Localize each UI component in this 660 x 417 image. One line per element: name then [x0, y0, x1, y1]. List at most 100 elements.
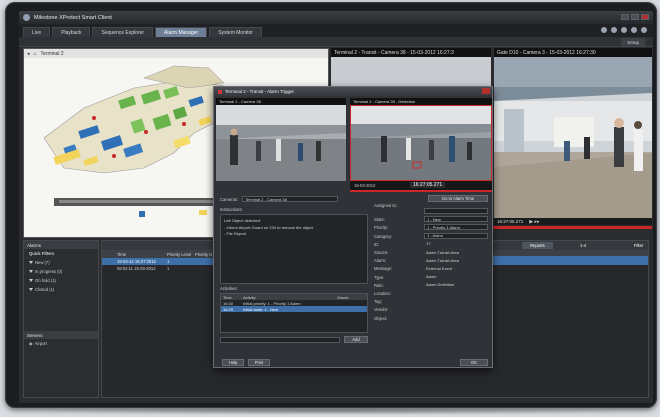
activities-table: Time Activity Owner 16:30 Initial priori…	[220, 293, 368, 333]
alarm-filters-panel: Alarms Quick Filters New (7) In progress…	[23, 240, 99, 398]
filter-icon	[29, 261, 33, 264]
quick-filters-label: Quick Filters	[29, 251, 55, 256]
detail-value: External Event	[426, 265, 453, 271]
detail-label: State:	[374, 217, 385, 223]
close-button[interactable]	[641, 14, 649, 20]
arrow-icon[interactable]	[601, 27, 607, 33]
instruction-line: - File Report	[224, 231, 247, 236]
detail-value: Alarm Transit Area	[426, 249, 459, 255]
dialog-camera-a-header: Terminal 2 - Camera 38	[216, 98, 346, 105]
detail-value[interactable]	[424, 208, 488, 214]
filter-icon	[29, 279, 33, 282]
dialog-camera-b-header: Terminal 2 - Camera 39 - Detection	[350, 98, 492, 105]
go-to-alarm-time-button[interactable]: Go to Alarm Time	[428, 195, 488, 202]
cameras-label: Cameras:	[220, 197, 239, 202]
filter-on-hold[interactable]: On hold (1)	[24, 276, 98, 285]
detail-label: Tag:	[374, 299, 382, 305]
detail-value[interactable]: 1 - New	[424, 216, 488, 223]
monitor-shadow	[20, 407, 640, 415]
dialog-title: Terminal 2 - Transit - Alarm Trigger	[225, 89, 295, 94]
dialog-title-bar: Terminal 2 - Transit - Alarm Trigger	[214, 87, 492, 96]
server-icon: ◉	[29, 341, 33, 346]
detail-label: Alarm:	[374, 258, 387, 264]
tab-alarm-manager[interactable]: Alarm Manager	[155, 27, 208, 37]
tab-sequence-explorer[interactable]: Sequence Explorer	[92, 27, 154, 37]
detail-label: Vendor:	[374, 307, 389, 313]
activity-row[interactable]: 16:29 Initial state: 1 - New	[221, 306, 367, 312]
info-icon[interactable]	[631, 27, 637, 33]
filter-in-progress[interactable]: In progress (0)	[24, 267, 98, 276]
alarm-row-level: 1	[167, 259, 170, 264]
detail-value: 17	[426, 241, 431, 247]
alarm-dialog: Terminal 2 - Transit - Alarm Trigger Ter…	[213, 86, 493, 368]
power-icon[interactable]	[641, 27, 647, 33]
dialog-time-a: 15-03-2012	[354, 183, 376, 188]
camera-2-view[interactable]	[494, 57, 652, 219]
activity-input[interactable]	[220, 337, 340, 343]
detail-label: Type:	[374, 274, 385, 280]
alarms-panel-title: Alarms	[24, 241, 98, 249]
help-icon[interactable]	[611, 27, 617, 33]
dialog-time-b: 16:27:05.271	[410, 182, 446, 188]
dialog-playback-bar[interactable]: 15-03-2012 16:27:05.271	[350, 181, 492, 190]
play-icon[interactable]: ▶ ▸▸	[529, 219, 539, 225]
title-bar: Milestone XProtect Smart Client	[19, 11, 653, 24]
gear-icon[interactable]	[621, 27, 627, 33]
detail-label: Rule:	[374, 282, 384, 288]
camera-1-title: Terminal 2 - Transit - Camera 38 - 15-03…	[334, 49, 454, 56]
alarm-icon	[218, 89, 222, 94]
detail-label: Category:	[374, 233, 393, 239]
detail-label: Location:	[374, 291, 391, 296]
tab-system-monitor[interactable]: System Monitor	[209, 27, 262, 37]
ok-button[interactable]: OK	[460, 359, 488, 366]
playback-bar[interactable]: 16:27:05.271 ▶ ▸▸	[494, 218, 652, 225]
maximize-button[interactable]	[631, 14, 639, 20]
tab-live[interactable]: Live	[23, 27, 51, 37]
activity-text: Initial state: 1 - New	[243, 307, 279, 312]
sub-toolbar: Setup	[19, 37, 653, 47]
reports-button[interactable]: Reports	[522, 242, 553, 249]
camera-select[interactable]: Terminal 2 - Camera 38	[242, 196, 338, 202]
detail-label: Priority:	[374, 225, 389, 231]
alarm-row-level: 1	[167, 266, 170, 271]
dialog-camera-b-title: Terminal 2 - Camera 39 - Detection	[353, 99, 416, 104]
instructions-label: Instructions:	[220, 207, 243, 212]
dialog-camera-b-view[interactable]	[350, 105, 492, 181]
detail-value	[424, 315, 488, 321]
minimize-button[interactable]	[621, 14, 629, 20]
dialog-close-button[interactable]	[482, 88, 490, 94]
server-item[interactable]: ◉ Airport	[24, 339, 98, 348]
col-time[interactable]: Time	[114, 252, 164, 257]
instruction-line: - Inform Airport Guard on 234 to remove …	[224, 225, 314, 230]
filter-icon	[29, 270, 33, 273]
tab-playback[interactable]: Playback	[52, 27, 91, 37]
filter-new-label: New (7)	[35, 260, 50, 265]
main-tabs: Live Playback Sequence Explorer Alarm Ma…	[19, 24, 653, 37]
camera-2-title: Gate D10 - Camera 3 - 15-03-2012 16:27:3…	[497, 49, 596, 56]
add-activity-button[interactable]: Add	[344, 336, 368, 343]
pager: 1-4	[580, 243, 587, 248]
dialog-timeline[interactable]	[350, 190, 492, 192]
filter-closed-label: Closed (1)	[35, 287, 55, 292]
home-icon[interactable]: ⌂	[34, 51, 37, 57]
camera-1-header: Terminal 2 - Transit - Camera 38 - 15-03…	[331, 48, 491, 57]
dialog-camera-a-view[interactable]	[216, 105, 346, 181]
filter-new[interactable]: New (7)	[24, 258, 98, 267]
app-title: Milestone XProtect Smart Client	[34, 14, 112, 21]
help-button[interactable]: Help	[222, 359, 244, 366]
detail-value[interactable]: 1 - Priority 1 Alarm	[424, 224, 488, 231]
filter-closed[interactable]: Closed (1)	[24, 285, 98, 294]
col-priority-level[interactable]: Priority Level	[164, 252, 192, 257]
print-button[interactable]: Print	[248, 359, 270, 366]
setup-button[interactable]: Setup	[621, 38, 645, 46]
map-breadcrumb: Terminal 2	[40, 50, 64, 57]
filter-button[interactable]: Filter	[626, 242, 651, 249]
instruction-line: Left Object detected:	[224, 218, 261, 223]
back-arrow-icon[interactable]: ◂	[27, 51, 30, 57]
detail-value	[424, 290, 488, 296]
detail-label: Assigned to:	[374, 203, 398, 208]
detail-value[interactable]: 1 - Alarm	[424, 232, 488, 239]
map-header: ◂ ⌂ Terminal 2	[24, 49, 328, 58]
camera-select-value: Terminal 2 - Camera 38	[245, 196, 287, 202]
app-logo-icon	[23, 14, 30, 21]
